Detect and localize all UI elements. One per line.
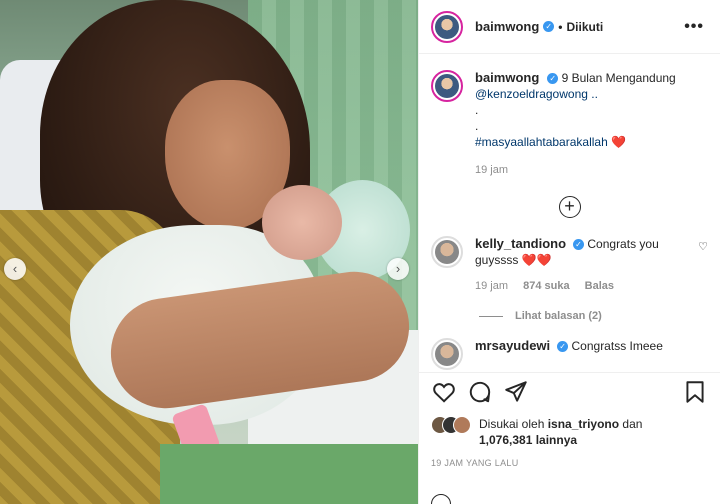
likes-and: dan (622, 417, 643, 431)
instagram-post: ‹ › baimwong ✓ • Diikuti ••• baimwong ✓ 9… (0, 0, 720, 504)
save-bookmark-icon[interactable] (682, 379, 708, 405)
likes-prefix: Disukai oleh (479, 417, 545, 431)
load-more-comments-icon[interactable]: + (558, 196, 581, 218)
liker-avatar (453, 416, 471, 434)
commenter-avatar[interactable] (431, 338, 463, 370)
separator-dot: • (558, 19, 563, 34)
caption-avatar[interactable] (431, 70, 463, 102)
caption-dot: . (475, 103, 479, 117)
comment-item: mrsayudewi ✓ Congratss Imeee (431, 338, 708, 370)
emoji-icon[interactable] (431, 494, 451, 504)
caption-body: baimwong ✓ 9 Bulan Mengandung @kenzoeldra… (475, 70, 676, 178)
comment-text: Congratss Imeee (571, 339, 663, 353)
likes-text: Disukai oleh isna_triyono dan 1,076,381 … (479, 416, 642, 448)
post-photo[interactable]: ‹ › (0, 0, 418, 504)
comment-time: 19 jam (475, 280, 509, 292)
photo-baby-face (262, 185, 342, 260)
caption-dot: . (475, 119, 479, 133)
liker-avatars (431, 416, 471, 434)
verified-icon: ✓ (557, 341, 569, 353)
likes-count-button[interactable]: 1,076,381 lainnya (479, 433, 577, 447)
view-replies-label: Lihat balasan (2) (515, 310, 602, 322)
post-actions (419, 372, 720, 410)
photo-bedcover (160, 444, 418, 504)
post-sidebar: baimwong ✓ • Diikuti ••• baimwong ✓ 9 Bul… (418, 0, 720, 504)
commenter-avatar[interactable] (431, 236, 463, 268)
like-heart-icon[interactable] (431, 379, 457, 405)
caption-text: 9 Bulan Mengandung (561, 71, 676, 85)
author-username[interactable]: baimwong (475, 19, 539, 34)
replies-divider (479, 315, 503, 317)
caption-mention-link[interactable]: @kenzoeldragowong .. (475, 86, 676, 102)
more-options-icon[interactable]: ••• (684, 18, 704, 36)
next-photo-button[interactable]: › (387, 258, 409, 280)
commenter-username[interactable]: kelly_tandiono (475, 236, 566, 251)
comments-section[interactable]: baimwong ✓ 9 Bulan Mengandung @kenzoeldra… (419, 54, 720, 372)
caption-hashtag-link[interactable]: #masyaallahtabarakallah (475, 135, 608, 149)
author-avatar[interactable] (431, 10, 463, 43)
commenter-username[interactable]: mrsayudewi (475, 338, 550, 353)
comment-meta: 19 jam 874 suka Balas (475, 278, 683, 294)
add-comment-area (419, 468, 720, 504)
comment-bubble-icon[interactable] (467, 379, 493, 405)
share-send-icon[interactable] (503, 379, 529, 405)
comment-item: kelly_tandiono ✓ Congrats you guyssss ❤️❤… (431, 236, 708, 294)
post-header: baimwong ✓ • Diikuti ••• (419, 0, 720, 54)
comment-body: kelly_tandiono ✓ Congrats you guyssss ❤️❤… (475, 236, 683, 294)
reply-button[interactable]: Balas (585, 280, 614, 292)
comment-likes[interactable]: 874 suka (523, 280, 569, 292)
caption-time: 19 jam (475, 164, 509, 176)
liker-username[interactable]: isna_triyono (548, 417, 619, 431)
like-comment-heart-icon[interactable]: ♡ (698, 240, 708, 294)
previous-photo-button[interactable]: ‹ (4, 258, 26, 280)
post-timestamp: 19 JAM YANG LALU (431, 458, 519, 468)
view-replies-button[interactable]: Lihat balasan (2) (479, 310, 708, 322)
follow-status-button[interactable]: Diikuti (566, 20, 603, 34)
heart-emoji: ❤️ (611, 135, 627, 149)
verified-icon: ✓ (573, 239, 585, 251)
caption-username[interactable]: baimwong (475, 70, 539, 85)
verified-icon: ✓ (547, 73, 559, 85)
caption: baimwong ✓ 9 Bulan Mengandung @kenzoeldra… (431, 70, 708, 178)
likes-summary: Disukai oleh isna_triyono dan 1,076,381 … (419, 410, 720, 448)
verified-icon: ✓ (543, 21, 555, 32)
comment-body: mrsayudewi ✓ Congratss Imeee (475, 338, 683, 370)
